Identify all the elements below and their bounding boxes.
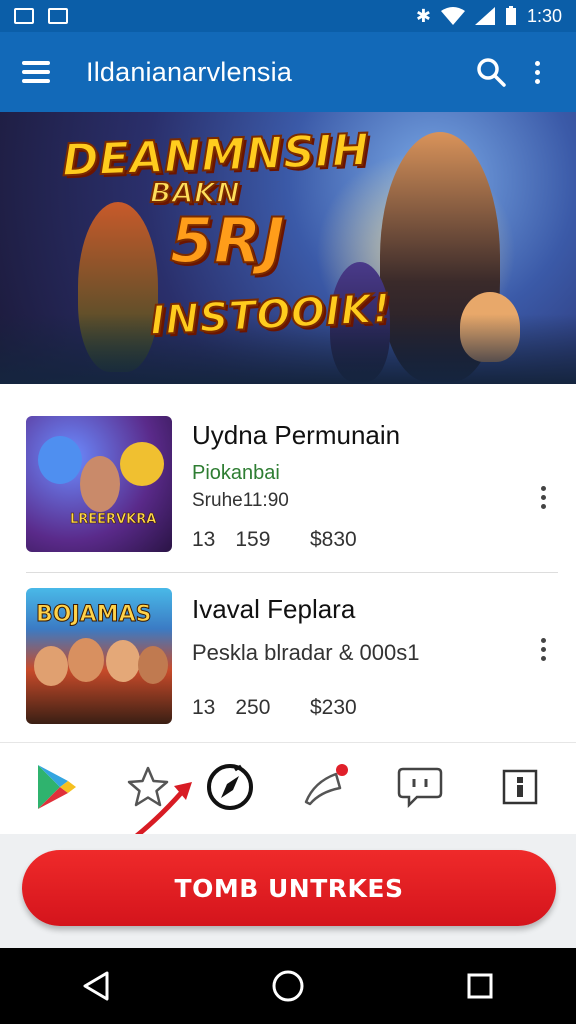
wifi-icon [440,7,465,25]
game-price: $230 [310,696,357,719]
megaphone-icon[interactable] [300,761,352,813]
overflow-menu-icon[interactable] [514,49,560,95]
tab-strip [0,742,576,834]
app-title: Ildanianarvlensia [86,56,293,87]
thumb-face [106,640,140,682]
more-options-icon[interactable] [536,486,550,509]
game-developer: Piokanbai [192,462,280,484]
clock: 1:30 [526,5,562,26]
cta-area: TOMB UNTRKES [0,834,576,948]
thumb-creature-blue [38,436,82,484]
game-title: Uydna Permunain [192,420,401,450]
game-meta: 13 159 [192,528,290,552]
thumb-creature-yellow [120,442,164,486]
thumb-tag: BOJAMAS [35,602,152,628]
game-title: Ivaval Feplara [192,594,356,624]
info-icon[interactable] [494,761,546,813]
home-icon[interactable] [258,956,318,1016]
battery-icon [505,6,516,25]
game-list: LREERVKRA Uydna Permunain Piokanbai Sruh… [0,384,576,742]
system-nav-bar [0,948,576,1024]
thumb-face [34,646,68,686]
image-icon [48,8,68,24]
thumb-hero [80,456,120,512]
star-icon[interactable] [122,761,174,813]
game-meta: 13 250 [192,696,290,720]
chat-icon[interactable] [394,761,446,813]
game-meta-b: 250 [235,696,271,719]
bluetooth-icon: ✱ [415,5,431,26]
search-icon[interactable] [468,49,514,95]
recents-icon[interactable] [450,956,510,1016]
list-item[interactable]: LREERVKRA Uydna Permunain Piokanbai Sruh… [0,404,576,574]
back-icon[interactable] [66,956,126,1016]
game-detail: Sruhe11:90 [192,490,289,511]
game-meta-b: 159 [235,528,271,551]
game-thumbnail[interactable]: BOJAMAS [26,588,172,724]
more-options-icon[interactable] [536,638,550,661]
banner-title-line3: 5RJ [169,203,286,278]
game-meta-a: 13 [192,696,216,719]
game-detail: Peskla blradar & 000s1 [192,640,420,665]
thumb-face [138,646,168,684]
compass-icon[interactable] [204,761,256,813]
game-price: $830 [310,528,357,551]
status-bar: ✱ 1:30 [0,0,576,32]
status-notifications [14,8,68,24]
game-thumbnail[interactable]: LREERVKRA [26,416,172,552]
signal-icon [474,7,495,25]
thumb-tag: LREERVKRA [70,512,157,528]
primary-action-button[interactable]: TOMB UNTRKES [22,850,556,926]
calendar-icon [14,8,34,24]
list-divider [26,572,558,573]
list-item[interactable]: BOJAMAS Ivaval Feplara Peskla blradar & … [0,576,576,746]
app-bar: Ildanianarvlensia [0,32,576,112]
status-indicators: ✱ 1:30 [416,6,562,27]
game-meta-a: 13 [192,528,216,551]
play-store-icon[interactable] [30,761,82,813]
menu-icon[interactable] [16,50,60,94]
promo-banner[interactable]: DEANMNSIH BAKN 5RJ INSTOOIK! [0,112,576,384]
thumb-face [68,638,104,682]
